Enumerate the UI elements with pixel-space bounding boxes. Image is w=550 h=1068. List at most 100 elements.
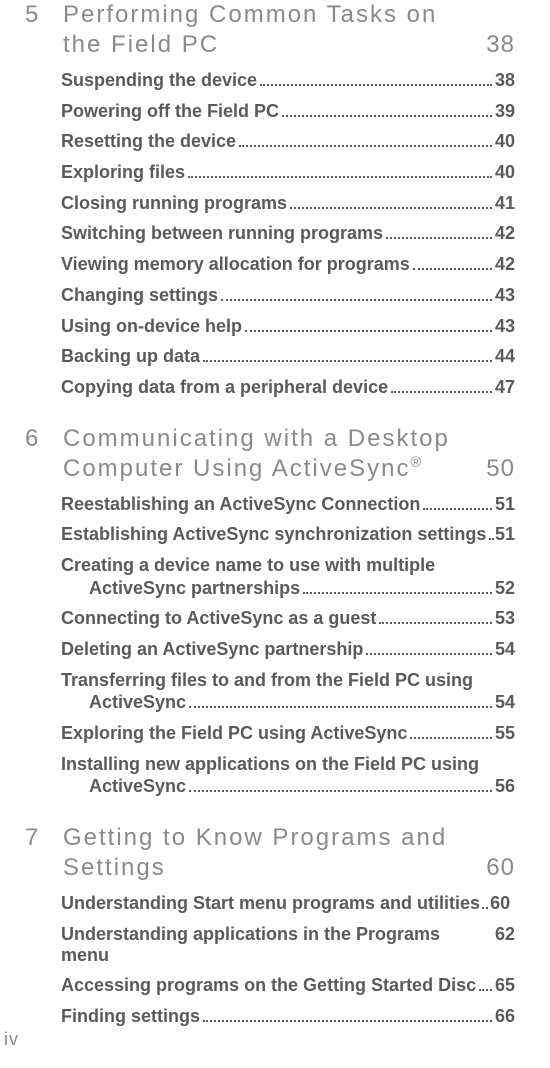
- chapter-number: 7: [25, 823, 53, 883]
- toc-entry: Powering off the Field PC 39: [61, 101, 515, 122]
- toc-entry: Transferring files to and from the Field…: [61, 670, 515, 713]
- chapter-7-heading: 7 Getting to Know Programs and Settings …: [25, 823, 515, 883]
- entry-label: Understanding applications in the Progra…: [61, 924, 489, 965]
- toc-entry: Suspending the device 38: [61, 70, 515, 91]
- leader-dots: [386, 227, 492, 240]
- entry-label: Reestablishing an ActiveSync Connection: [61, 494, 420, 515]
- toc-page: 5 Performing Common Tasks on the Field P…: [0, 0, 550, 1068]
- entry-label: Exploring files: [61, 162, 185, 183]
- entry-page: 40: [495, 162, 515, 183]
- leader-dots: [391, 380, 492, 393]
- entry-page: 42: [495, 223, 515, 244]
- chapter-7-entries: Understanding Start menu programs and ut…: [61, 893, 515, 1026]
- entry-label: Resetting the device: [61, 131, 236, 152]
- toc-entry: Connecting to ActiveSync as a guest 53: [61, 608, 515, 629]
- entry-page: 39: [495, 101, 515, 122]
- entry-label: Suspending the device: [61, 70, 257, 91]
- leader-dots: [188, 165, 492, 178]
- entry-label: Installing new applications on the Field…: [61, 754, 479, 775]
- chapter-page: 50: [486, 454, 515, 484]
- entry-page: 43: [495, 316, 515, 337]
- entry-page: 53: [495, 608, 515, 629]
- entry-label: Using on-device help: [61, 316, 242, 337]
- chapter-5-heading: 5 Performing Common Tasks on the Field P…: [25, 0, 515, 60]
- entry-page: 42: [495, 254, 515, 275]
- chapter-title: Getting to Know Programs and Settings: [63, 823, 474, 883]
- entry-page: 51: [495, 494, 515, 515]
- chapter-number: 5: [25, 0, 53, 60]
- entry-page: 47: [495, 377, 515, 398]
- entry-label: Switching between running programs: [61, 223, 383, 244]
- chapter-title: Communicating with a Desktop Computer Us…: [63, 424, 474, 484]
- entry-page: 51: [495, 524, 515, 545]
- entry-label: Understanding Start menu programs and ut…: [61, 893, 480, 914]
- entry-page: 65: [495, 975, 515, 996]
- entry-page: 52: [495, 578, 515, 599]
- chapter-title: Performing Common Tasks on the Field PC: [63, 0, 474, 60]
- entry-page: 66: [495, 1006, 515, 1027]
- chapter-5-entries: Suspending the device 38 Powering off the…: [61, 70, 515, 398]
- toc-entry: Installing new applications on the Field…: [61, 754, 515, 797]
- leader-dots: [366, 642, 492, 655]
- leader-dots: [489, 527, 492, 540]
- toc-entry: Changing settings 43: [61, 285, 515, 306]
- toc-entry: Switching between running programs 42: [61, 223, 515, 244]
- toc-entry: Finding settings 66: [61, 1006, 515, 1027]
- entry-label-cont: ActiveSync: [89, 692, 186, 713]
- toc-entry: Viewing memory allocation for programs 42: [61, 254, 515, 275]
- entry-page: 44: [495, 346, 515, 367]
- entry-label: Establishing ActiveSync synchronization …: [61, 524, 486, 545]
- leader-dots: [239, 135, 492, 148]
- leader-dots: [260, 73, 492, 86]
- leader-dots: [282, 104, 492, 117]
- entry-label: Finding settings: [61, 1006, 200, 1027]
- entry-page: 55: [495, 723, 515, 744]
- entry-label: Changing settings: [61, 285, 218, 306]
- entry-label: Connecting to ActiveSync as a guest: [61, 608, 376, 629]
- leader-dots: [203, 349, 492, 362]
- entry-page: 54: [495, 692, 515, 713]
- toc-entry: Resetting the device 40: [61, 131, 515, 152]
- toc-entry: Exploring files 40: [61, 162, 515, 183]
- entry-page: 40: [495, 131, 515, 152]
- chapter-6-heading: 6 Communicating with a Desktop Computer …: [25, 424, 515, 484]
- leader-dots: [413, 257, 492, 270]
- leader-dots: [423, 497, 492, 510]
- entry-label: Backing up data: [61, 346, 200, 367]
- toc-entry: Using on-device help 43: [61, 316, 515, 337]
- leader-dots: [245, 319, 492, 332]
- toc-entry: Creating a device name to use with multi…: [61, 555, 515, 598]
- entry-label: Accessing programs on the Getting Starte…: [61, 975, 476, 996]
- entry-label-cont: ActiveSync partnerships: [89, 578, 300, 599]
- leader-dots: [189, 696, 492, 709]
- chapter-page: 60: [486, 853, 515, 883]
- toc-entry: Reestablishing an ActiveSync Connection 5…: [61, 494, 515, 515]
- toc-entry: Backing up data 44: [61, 346, 515, 367]
- entry-label: Transferring files to and from the Field…: [61, 670, 473, 691]
- leader-dots: [221, 288, 492, 301]
- leader-dots: [203, 1009, 492, 1022]
- toc-entry: Understanding Start menu programs and ut…: [61, 893, 515, 914]
- leader-dots: [290, 196, 492, 209]
- toc-entry: Accessing programs on the Getting Starte…: [61, 975, 515, 996]
- entry-page: 56: [495, 776, 515, 797]
- entry-page: 43: [495, 285, 515, 306]
- toc-entry: Copying data from a peripheral device 47: [61, 377, 515, 398]
- entry-label: Copying data from a peripheral device: [61, 377, 388, 398]
- page-number: iv: [4, 1029, 19, 1050]
- entry-label: Creating a device name to use with multi…: [61, 555, 435, 576]
- toc-entry: Closing running programs41: [61, 193, 515, 214]
- entry-label: Exploring the Field PC using ActiveSync: [61, 723, 407, 744]
- entry-label: Powering off the Field PC: [61, 101, 279, 122]
- entry-page: 38: [495, 70, 515, 91]
- entry-label: Deleting an ActiveSync partnership: [61, 639, 363, 660]
- leader-dots: [479, 978, 492, 991]
- entry-page: 41: [495, 193, 515, 214]
- chapter-6-entries: Reestablishing an ActiveSync Connection 5…: [61, 494, 515, 798]
- chapter-page: 38: [486, 30, 515, 60]
- leader-dots: [379, 612, 492, 625]
- leader-dots: [303, 581, 492, 594]
- entry-page: 54: [495, 639, 515, 660]
- entry-label: Viewing memory allocation for programs: [61, 254, 410, 275]
- leader-dots: [189, 780, 492, 793]
